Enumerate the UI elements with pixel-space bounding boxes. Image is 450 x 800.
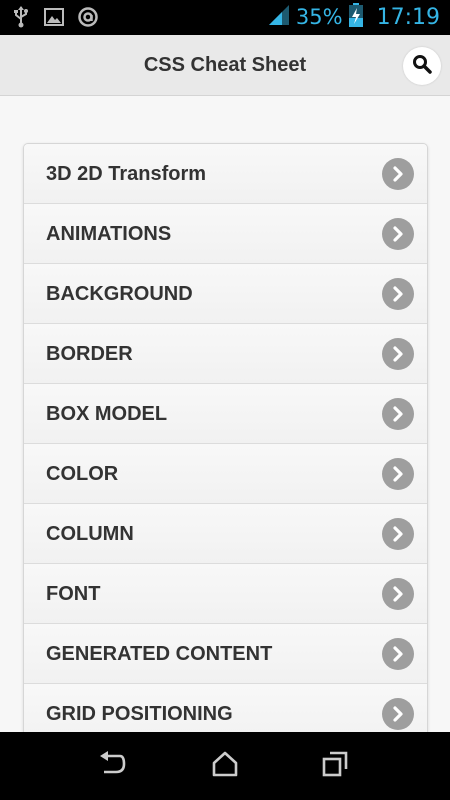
notification-icons: [12, 6, 98, 28]
chevron-right-icon: [382, 158, 414, 190]
list-item-label: GRID POSITIONING: [46, 703, 233, 725]
list-item[interactable]: 3D 2D Transform: [24, 144, 427, 204]
list-item-label: ANIMATIONS: [46, 223, 172, 245]
list-item-label: BACKGROUND: [46, 283, 193, 305]
back-button[interactable]: [82, 746, 142, 786]
list-item[interactable]: BORDER: [24, 324, 427, 384]
chevron-right-icon: [382, 638, 414, 670]
battery-charging-icon: [348, 3, 363, 32]
search-button[interactable]: [403, 47, 441, 85]
status-time: 17:19: [376, 5, 440, 30]
battery-percent: 35%: [295, 5, 343, 29]
chevron-right-icon: [382, 338, 414, 370]
recent-apps-button[interactable]: [306, 746, 366, 786]
search-icon: [412, 54, 432, 79]
chevron-right-icon: [382, 218, 414, 250]
image-icon: [44, 8, 64, 26]
list-item[interactable]: FONT: [24, 564, 427, 624]
chevron-right-icon: [382, 518, 414, 550]
list-item-label: GENERATED CONTENT: [46, 643, 273, 665]
content-area: 3D 2D Transform ANIMATIONS BACKGROUND BORDE…: [0, 96, 450, 732]
list-item[interactable]: BACKGROUND: [24, 264, 427, 324]
back-icon: [97, 750, 127, 782]
chevron-right-icon: [382, 458, 414, 490]
screen: 35% 17:19 CSS Cheat Sheet 3D 2D Transfor…: [0, 0, 450, 800]
list-item[interactable]: GRID POSITIONING: [24, 684, 427, 732]
list-item[interactable]: COLOR: [24, 444, 427, 504]
chevron-right-icon: [382, 398, 414, 430]
chevron-right-icon: [382, 698, 414, 730]
app-header: CSS Cheat Sheet: [0, 35, 450, 96]
status-bar: 35% 17:19: [0, 0, 450, 35]
home-icon: [211, 751, 239, 782]
signal-icon: [268, 4, 290, 31]
home-button[interactable]: [195, 746, 255, 786]
list-item[interactable]: BOX MODEL: [24, 384, 427, 444]
list-item[interactable]: ANIMATIONS: [24, 204, 427, 264]
list-item[interactable]: GENERATED CONTENT: [24, 624, 427, 684]
list-item-label: BORDER: [46, 343, 133, 365]
list-item-label: FONT: [46, 583, 101, 605]
list-item-label: 3D 2D Transform: [46, 163, 207, 185]
system-status: 35% 17:19: [268, 0, 440, 35]
chevron-right-icon: [382, 278, 414, 310]
list-item-label: BOX MODEL: [46, 403, 168, 425]
chevron-right-icon: [382, 578, 414, 610]
list-item[interactable]: COLUMN: [24, 504, 427, 564]
topic-list: 3D 2D Transform ANIMATIONS BACKGROUND BORDE…: [23, 143, 428, 732]
list-item-label: COLUMN: [46, 523, 134, 545]
recent-apps-icon: [322, 751, 350, 782]
app-notification-icon: [78, 7, 98, 27]
list-item-label: COLOR: [46, 463, 119, 485]
usb-icon: [12, 6, 30, 28]
navigation-bar: [0, 732, 450, 800]
page-title: CSS Cheat Sheet: [143, 54, 307, 76]
